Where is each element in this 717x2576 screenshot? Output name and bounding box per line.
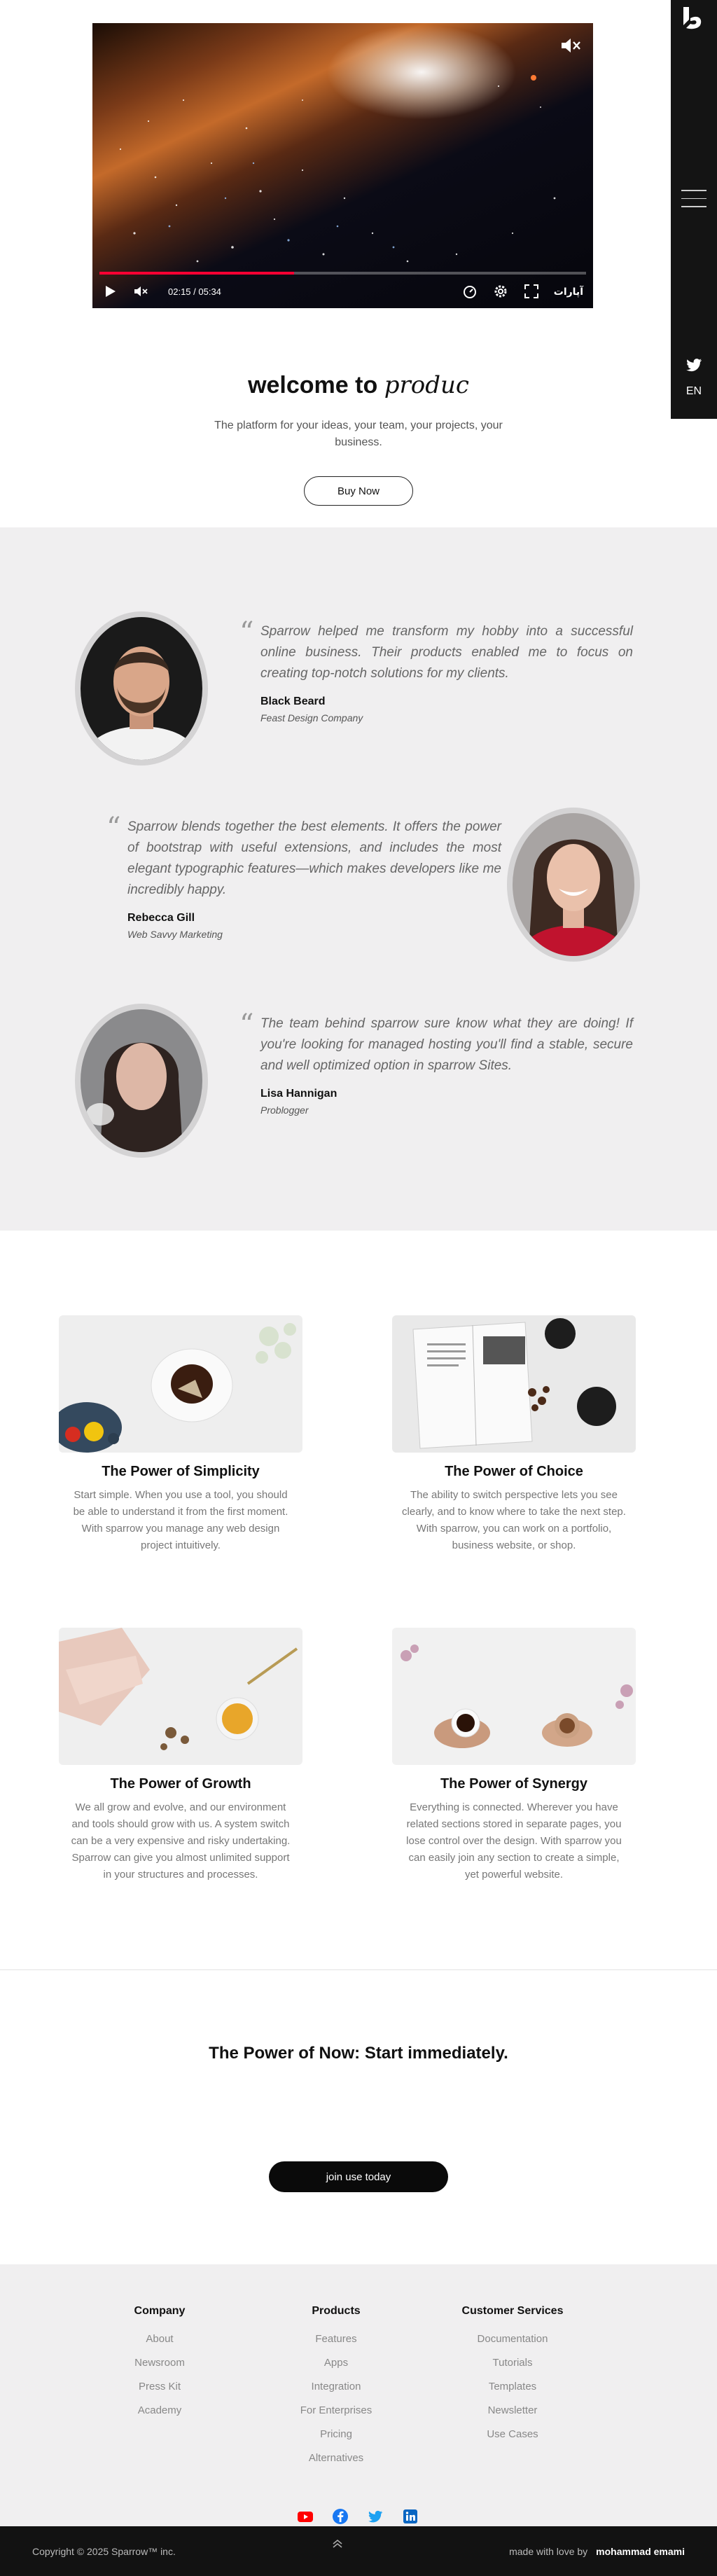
footer-link[interactable]: Newsroom	[83, 2351, 237, 2375]
footer-column-title: Company	[134, 2305, 186, 2317]
video-player[interactable]: 02:15 / 05:34 آپارات	[92, 23, 593, 308]
footer-link[interactable]: Academy	[83, 2399, 237, 2423]
feature-image	[59, 1315, 302, 1453]
footer-link[interactable]: Newsletter	[436, 2399, 590, 2423]
testimonials-section: “ Sparrow helped me transform my hobby i…	[0, 527, 717, 1231]
play-icon[interactable]	[102, 284, 118, 299]
scroll-up-icon[interactable]	[330, 2539, 344, 2549]
settings-icon[interactable]	[492, 283, 509, 300]
volume-icon[interactable]	[133, 284, 148, 299]
copyright: Copyright © 2025 Sparrow™ inc.	[32, 2546, 176, 2557]
footer-link[interactable]: About	[83, 2327, 237, 2351]
footer-link[interactable]: Features	[259, 2327, 413, 2351]
linkedin-icon[interactable]	[402, 2508, 419, 2525]
social-links	[297, 2508, 419, 2525]
testimonial-company: Feast Design Company	[260, 712, 363, 723]
footer-column-products: Products Features Apps Integration For E…	[259, 2305, 413, 2470]
right-sidebar: EN	[671, 0, 717, 419]
testimonial-company: Web Savvy Marketing	[127, 929, 223, 940]
feature-text: We all grow and evolve, and our environm…	[71, 1801, 291, 1881]
video-provider-logo[interactable]: آپارات	[554, 286, 583, 298]
testimonial-company: Problogger	[260, 1105, 309, 1116]
made-with-text: made with love by	[509, 2546, 588, 2557]
page-title: welcome to produc	[0, 371, 717, 399]
quote-icon: “	[106, 812, 121, 844]
footer-link[interactable]: Integration	[259, 2375, 413, 2399]
woman-portrait	[513, 813, 634, 956]
feature-text: Start simple. When you use a tool, you s…	[73, 1489, 288, 1551]
avatar	[75, 611, 208, 766]
quote-icon: “	[239, 616, 254, 649]
avatar	[507, 808, 640, 962]
cta-title: The Power of Now: Start immediately.	[209, 2044, 508, 2063]
sparrow-logo-icon[interactable]	[679, 4, 707, 32]
testimonial-quote: Sparrow helped me transform my hobby int…	[260, 624, 633, 681]
woman-portrait	[81, 1009, 202, 1152]
twitter-icon[interactable]	[367, 2508, 384, 2525]
speed-icon[interactable]	[461, 283, 478, 300]
feature-image	[59, 1628, 302, 1765]
author-name[interactable]: mohammad emami	[596, 2546, 685, 2557]
footer-link[interactable]: Alternatives	[259, 2446, 413, 2470]
testimonial-quote: The team behind sparrow sure know what t…	[260, 1016, 633, 1073]
feature-card: The Power of Simplicity Start simple. Wh…	[59, 1315, 302, 1554]
feature-text: Everything is connected. Wherever you ha…	[406, 1801, 622, 1881]
quote-icon: “	[239, 1009, 254, 1041]
footer-column-title: Customer Services	[461, 2305, 564, 2317]
video-controls: 02:15 / 05:34 آپارات	[92, 275, 593, 308]
title-bold: welcome to	[248, 372, 378, 399]
feature-title: The Power of Growth	[110, 1776, 251, 1792]
footer-link[interactable]: Documentation	[436, 2327, 590, 2351]
testimonial-name: Black Beard	[260, 695, 326, 707]
join-button[interactable]: join use today	[269, 2161, 448, 2192]
man-portrait	[81, 617, 202, 760]
mute-icon[interactable]	[559, 36, 582, 55]
feature-title: The Power of Choice	[445, 1464, 583, 1479]
facebook-icon[interactable]	[332, 2508, 349, 2525]
footer-link[interactable]: Use Cases	[436, 2423, 590, 2446]
footer-link[interactable]: Templates	[436, 2375, 590, 2399]
galaxy-background	[119, 75, 556, 263]
hero-subtitle: The platform for your ideas, your team, …	[214, 420, 503, 448]
footer-link[interactable]: For Enterprises	[259, 2399, 413, 2423]
footer-column-customer-services: Customer Services Documentation Tutorial…	[436, 2305, 590, 2446]
testimonial-quote: Sparrow blends together the best element…	[127, 819, 501, 897]
footer-link[interactable]: Press Kit	[83, 2375, 237, 2399]
feature-title: The Power of Synergy	[440, 1776, 588, 1792]
buy-now-button[interactable]: Buy Now	[304, 476, 413, 506]
feature-card: The Power of Choice The ability to switc…	[392, 1315, 636, 1554]
avatar	[75, 1004, 208, 1158]
video-time: 02:15 / 05:34	[168, 286, 221, 297]
feature-text: The ability to switch perspective lets y…	[402, 1489, 626, 1551]
bottom-bar: Copyright © 2025 Sparrow™ inc. made with…	[0, 2526, 717, 2576]
testimonial-name: Lisa Hannigan	[260, 1088, 337, 1100]
feature-image	[392, 1628, 636, 1765]
feature-card: The Power of Synergy Everything is conne…	[392, 1628, 636, 1883]
footer: Company About Newsroom Press Kit Academy…	[0, 2264, 717, 2526]
footer-link[interactable]: Tutorials	[436, 2351, 590, 2375]
footer-link[interactable]: Pricing	[259, 2423, 413, 2446]
youtube-icon[interactable]	[297, 2508, 314, 2525]
footer-link[interactable]: Apps	[259, 2351, 413, 2375]
testimonial-name: Rebecca Gill	[127, 912, 195, 924]
fullscreen-icon[interactable]	[523, 283, 540, 300]
title-italic: produc	[384, 371, 469, 399]
footer-column-company: Company About Newsroom Press Kit Academy	[83, 2305, 237, 2423]
footer-column-title: Products	[312, 2305, 361, 2317]
feature-image	[392, 1315, 636, 1453]
feature-card: The Power of Growth We all grow and evol…	[59, 1628, 302, 1883]
feature-title: The Power of Simplicity	[102, 1464, 260, 1479]
section-divider	[0, 1969, 717, 1970]
hamburger-menu-icon[interactable]	[681, 190, 706, 208]
made-with-love: made with love by mohammad emami	[509, 2546, 685, 2557]
